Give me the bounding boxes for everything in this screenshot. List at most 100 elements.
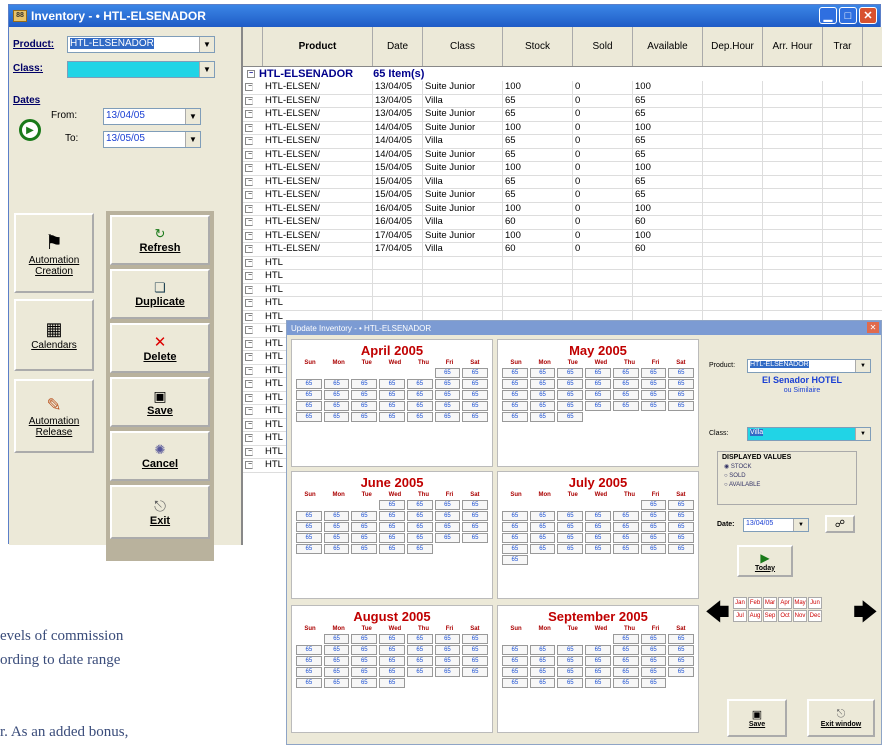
column-header[interactable]: Trar [823, 27, 863, 66]
day-cell[interactable]: 65 [640, 645, 667, 655]
day-cell[interactable]: 65 [323, 544, 350, 554]
day-cell[interactable]: 65 [612, 656, 639, 666]
collapse-icon[interactable]: − [245, 137, 253, 145]
day-cell[interactable]: 65 [351, 533, 378, 543]
collapse-icon[interactable]: − [245, 461, 253, 469]
day-cell[interactable]: 65 [529, 656, 556, 666]
day-cell[interactable]: 65 [379, 412, 405, 422]
day-cell[interactable]: 65 [529, 522, 556, 532]
date-field[interactable]: 13/04/05 ▼ [743, 518, 809, 532]
today-button[interactable]: ▶ Today [737, 545, 793, 577]
collapse-icon[interactable]: − [245, 191, 253, 199]
chevron-down-icon[interactable]: ▼ [199, 37, 214, 52]
day-cell[interactable]: 65 [323, 634, 350, 644]
day-cell[interactable]: 65 [640, 379, 667, 389]
day-cell[interactable]: 65 [502, 667, 528, 677]
table-row[interactable]: − HTL-ELSEN/15/04/05 Suite Junior 100 0 100 [243, 162, 882, 176]
collapse-icon[interactable]: − [245, 393, 253, 402]
table-row[interactable]: − HTL-ELSEN/14/04/05 Suite Junior 65 0 65 [243, 148, 882, 162]
chevron-down-icon[interactable]: ▼ [185, 109, 200, 124]
day-cell[interactable]: 65 [612, 390, 639, 400]
day-cell[interactable]: 65 [557, 533, 584, 543]
day-cell[interactable]: 65 [668, 368, 694, 378]
day-cell[interactable]: 65 [406, 390, 433, 400]
day-cell[interactable]: 65 [323, 656, 350, 666]
collapse-icon[interactable]: − [245, 366, 253, 375]
day-cell[interactable]: 65 [434, 511, 461, 521]
day-cell[interactable]: 65 [351, 678, 378, 688]
day-cell[interactable]: 65 [406, 511, 433, 521]
cancel-button[interactable]: ✺ Cancel [110, 431, 210, 481]
day-cell[interactable]: 65 [640, 511, 667, 521]
exit-button[interactable]: ⎋ Exit [110, 485, 210, 539]
day-cell[interactable]: 65 [434, 379, 461, 389]
collapse-icon[interactable]: − [245, 123, 253, 132]
day-cell[interactable]: 65 [529, 645, 556, 655]
day-cell[interactable]: 65 [379, 667, 405, 677]
day-cell[interactable]: 65 [406, 656, 433, 666]
table-row[interactable]: − HTL-ELSEN/17/04/05 Suite Junior 100 0 100 [243, 229, 882, 243]
table-row[interactable]: − HTL-ELSEN/13/04/05 Villa 65 0 65 [243, 94, 882, 108]
day-cell[interactable]: 65 [640, 390, 667, 400]
day-cell[interactable]: 65 [612, 667, 639, 677]
day-cell[interactable]: 65 [296, 401, 322, 411]
binoculars-button[interactable]: ☍ [825, 515, 855, 533]
automation-creation-button[interactable]: ⚑ Automation Creation [14, 213, 94, 293]
collapse-icon[interactable]: − [247, 70, 255, 78]
day-cell[interactable]: 65 [668, 656, 694, 666]
day-cell[interactable]: 65 [379, 379, 405, 389]
day-cell[interactable]: 65 [323, 533, 350, 543]
day-cell[interactable]: 65 [502, 379, 528, 389]
collapse-icon[interactable]: − [245, 420, 253, 429]
day-cell[interactable]: 65 [434, 645, 461, 655]
month-picker-oct[interactable]: Oct [778, 610, 792, 622]
table-row[interactable]: − HTL-ELSEN/13/04/05 Suite Junior 65 0 65 [243, 108, 882, 122]
day-cell[interactable]: 65 [323, 401, 350, 411]
day-cell[interactable]: 65 [379, 401, 405, 411]
day-cell[interactable]: 65 [379, 522, 405, 532]
day-cell[interactable]: 65 [557, 401, 584, 411]
day-cell[interactable]: 65 [585, 678, 611, 688]
group-row[interactable]: − HTL-ELSENADOR 65 Item(s) [243, 67, 882, 81]
day-cell[interactable]: 65 [529, 667, 556, 677]
day-cell[interactable]: 65 [668, 544, 694, 554]
day-cell[interactable]: 65 [379, 678, 405, 688]
collapse-icon[interactable]: − [245, 164, 253, 172]
table-row[interactable]: − HTL-ELSEN/14/04/05 Villa 65 0 65 [243, 135, 882, 149]
day-cell[interactable]: 65 [502, 401, 528, 411]
day-cell[interactable]: 65 [502, 522, 528, 532]
day-cell[interactable]: 65 [351, 544, 378, 554]
day-cell[interactable]: 65 [668, 645, 694, 655]
duplicate-button[interactable]: ❏ Duplicate [110, 269, 210, 319]
day-cell[interactable]: 65 [612, 533, 639, 543]
day-cell[interactable]: 65 [529, 368, 556, 378]
day-cell[interactable]: 65 [406, 533, 433, 543]
day-cell[interactable]: 65 [462, 368, 488, 378]
month-picker-may[interactable]: May [793, 597, 807, 609]
column-header[interactable]: Product [263, 27, 373, 66]
day-cell[interactable]: 65 [502, 656, 528, 666]
day-cell[interactable]: 65 [557, 544, 584, 554]
day-cell[interactable]: 65 [502, 390, 528, 400]
day-cell[interactable]: 65 [323, 390, 350, 400]
day-cell[interactable]: 65 [585, 533, 611, 543]
table-row[interactable]: − HTL [243, 283, 882, 297]
automation-release-button[interactable]: ✎ Automation Release [14, 379, 94, 453]
day-cell[interactable]: 65 [296, 412, 322, 422]
day-cell[interactable]: 65 [462, 656, 488, 666]
previous-arrow-icon[interactable]: 🡄 [705, 595, 730, 636]
close-button[interactable]: ✕ [859, 7, 877, 24]
day-cell[interactable]: 65 [668, 522, 694, 532]
maximize-button[interactable]: □ [839, 7, 857, 24]
day-cell[interactable]: 65 [406, 379, 433, 389]
product-dropdown[interactable]: HTL-ELSENADOR ▼ [67, 36, 215, 53]
day-cell[interactable]: 65 [585, 522, 611, 532]
day-cell[interactable]: 65 [296, 645, 322, 655]
collapse-icon[interactable]: − [245, 339, 253, 348]
day-cell[interactable]: 65 [668, 533, 694, 543]
day-cell[interactable]: 65 [668, 500, 694, 510]
collapse-icon[interactable]: − [245, 218, 253, 226]
day-cell[interactable]: 65 [379, 645, 405, 655]
collapse-icon[interactable]: − [245, 83, 253, 91]
from-date-field[interactable]: 13/04/05 ▼ [103, 108, 201, 125]
